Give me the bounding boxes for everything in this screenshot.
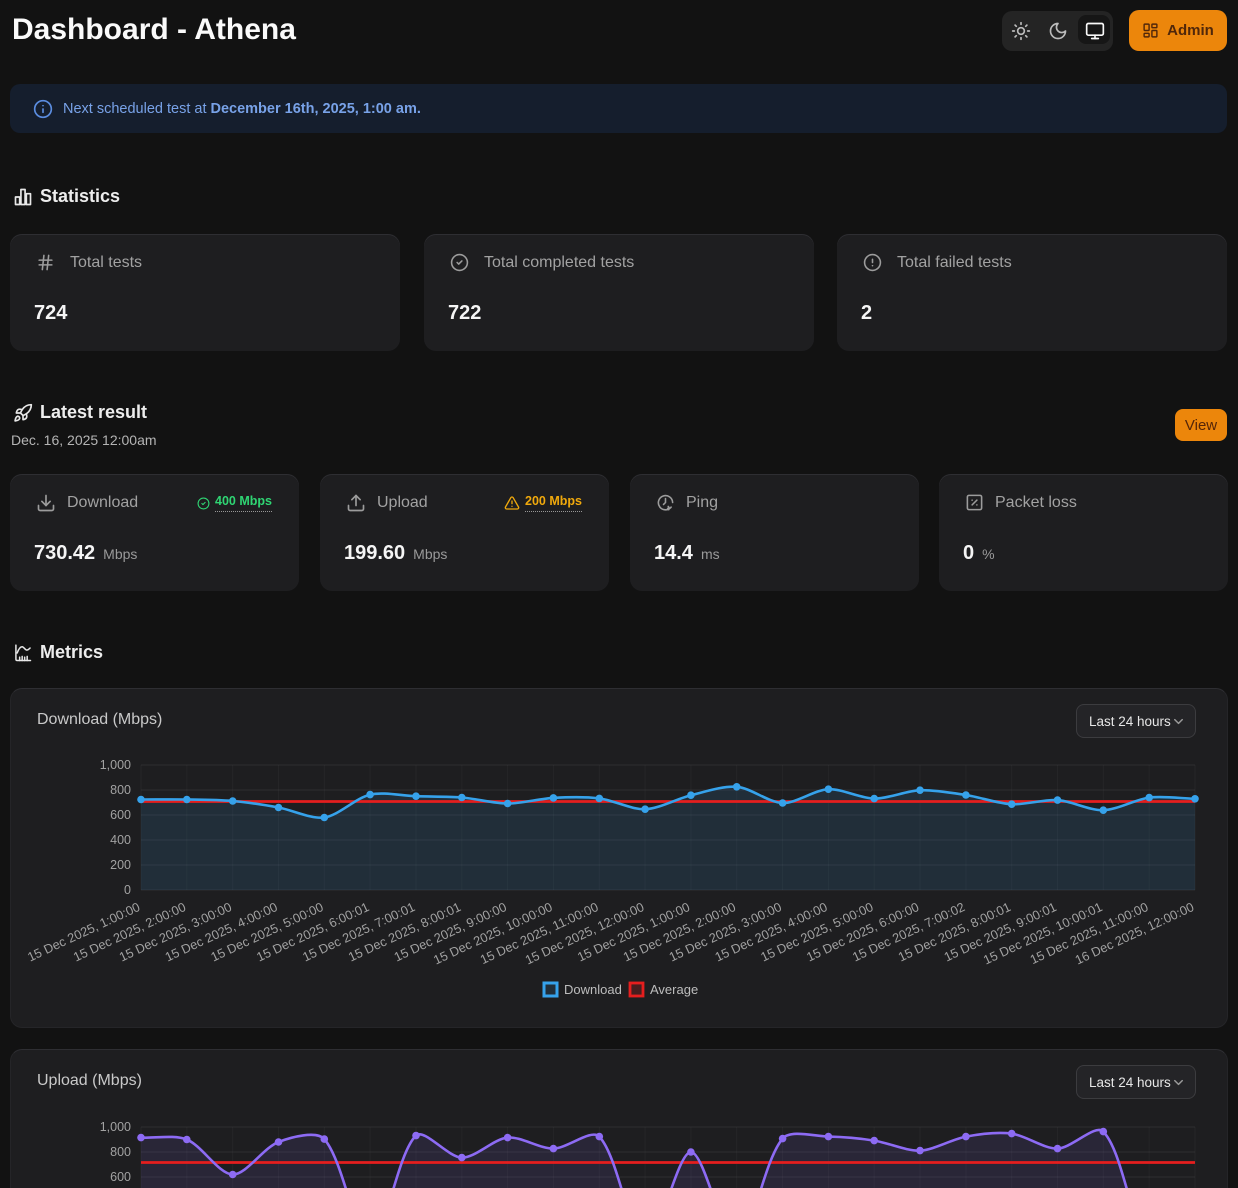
svg-text:0: 0: [124, 883, 131, 897]
svg-text:800: 800: [110, 1145, 131, 1159]
svg-text:600: 600: [110, 1170, 131, 1184]
svg-text:200: 200: [110, 858, 131, 872]
svg-text:Download: Download: [564, 982, 622, 997]
svg-text:1,000: 1,000: [100, 758, 131, 772]
svg-text:800: 800: [110, 783, 131, 797]
svg-text:Average: Average: [650, 982, 698, 997]
svg-text:600: 600: [110, 808, 131, 822]
svg-text:1,000: 1,000: [100, 1120, 131, 1134]
svg-text:400: 400: [110, 833, 131, 847]
